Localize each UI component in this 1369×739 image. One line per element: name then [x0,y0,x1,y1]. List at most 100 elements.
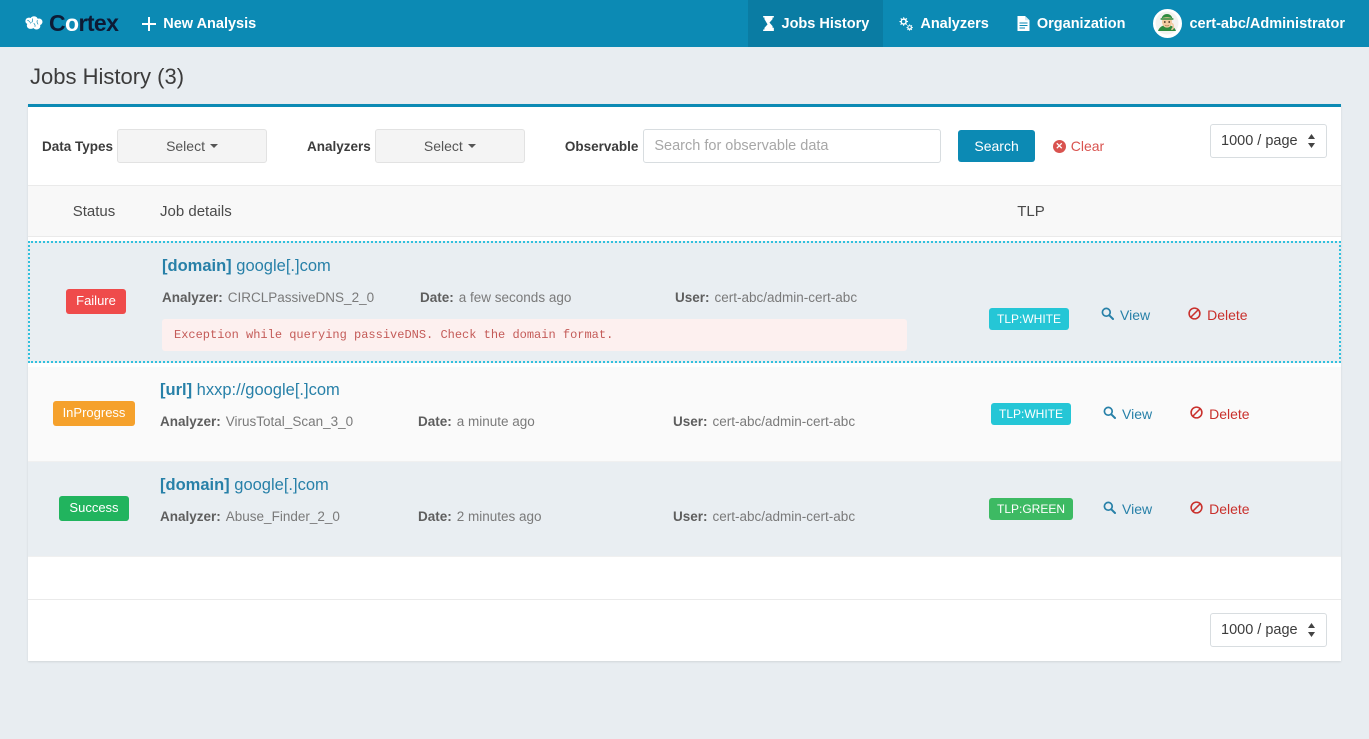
new-analysis-label: New Analysis [163,16,256,32]
table-row[interactable]: Success [domain] google[.]com Analyzer:A… [28,462,1341,557]
nav-analyzers-label: Analyzers [920,16,989,32]
ban-icon [1190,501,1203,517]
meta-user: User: cert-abc/admin-cert-abc [673,414,965,429]
nav-left-group: New Analysis [128,0,270,47]
stepper-icon [1307,133,1316,149]
view-button[interactable]: View [1103,406,1152,422]
row-details-cell: [domain] google[.]com Analyzer: Abuse_Fin… [146,472,965,546]
observable-title[interactable]: [domain] google[.]com [160,476,965,496]
chevron-down-icon [468,144,476,148]
column-header-status: Status [42,203,146,220]
plus-icon [142,17,156,31]
search-button[interactable]: Search [958,130,1034,162]
observable-label: Observable [565,139,639,154]
delete-label: Delete [1209,406,1249,422]
meta-date: Date: a minute ago [418,414,673,429]
row-status-cell: InProgress [42,377,146,451]
meta-analyzer-key: Analyzer: [160,414,221,429]
meta-user: User:cert-abc/admin-cert-abc [673,509,965,524]
view-label: View [1122,501,1152,517]
observable-datatype: [domain] [160,476,230,494]
tlp-badge: TLP:GREEN [989,498,1073,520]
row-meta: Analyzer:VirusTotal_Scan_3_0 Date: a minu… [160,414,965,429]
table-row[interactable]: InProgress [url] hxxp://google[.]com Ana… [28,367,1341,462]
top-navbar: Cortex New Analysis Jobs History [0,0,1369,47]
jobs-card: Data Types Select Analyzers Select Obser… [28,104,1341,661]
meta-analyzer: Analyzer:CIRCLPassiveDNS_2_0 [162,290,420,305]
delete-button[interactable]: Delete [1188,307,1247,323]
observable-value: google[.]com [234,476,328,494]
row-details-cell: [url] hxxp://google[.]com Analyzer:Virus… [146,377,965,451]
delete-label: Delete [1207,307,1247,323]
meta-date-value: a few seconds ago [459,290,572,305]
brand-name: Cortex [49,12,118,35]
meta-analyzer-key: Analyzer: [160,509,221,524]
nav-item-analyzers[interactable]: Analyzers [883,0,1003,47]
new-analysis-button[interactable]: New Analysis [128,0,270,47]
tlp-badge: TLP:WHITE [991,403,1071,425]
meta-user: User:cert-abc/admin-cert-abc [675,290,963,305]
brand-logo[interactable]: Cortex [0,0,128,47]
meta-user-key: User: [675,290,710,305]
row-actions-cell: View Delete [1097,472,1327,546]
meta-analyzer: Analyzer: Abuse_Finder_2_0 [160,509,418,524]
meta-date-key: Date: [418,509,452,524]
analyzers-select[interactable]: Select [375,129,525,163]
tlp-badge: TLP:WHITE [989,308,1069,330]
row-meta: Analyzer: Abuse_Finder_2_0 Date: 2 minutes… [160,509,965,524]
table-header: Status Job details TLP [28,185,1341,237]
meta-user-key: User: [673,414,708,429]
clear-filters-link[interactable]: ✕ Clear [1053,138,1104,154]
data-types-select[interactable]: Select [117,129,267,163]
row-tlp-cell: TLP:WHITE [963,253,1095,351]
meta-analyzer: Analyzer:VirusTotal_Scan_3_0 [160,414,418,429]
ban-icon [1190,406,1203,422]
meta-date-key: Date: [420,290,454,305]
times-circle-icon: ✕ [1053,140,1066,153]
observable-datatype: [domain] [162,257,232,275]
status-badge: Success [59,496,128,521]
nav-organization-label: Organization [1037,16,1126,32]
avatar [1153,9,1182,38]
row-status-cell: Success [42,472,146,546]
view-button[interactable]: View [1101,307,1150,323]
row-actions-cell: View Delete [1097,377,1327,451]
meta-analyzer-value: Abuse_Finder_2_0 [226,509,340,524]
page-container: Jobs History (3) Data Types Select Analy… [0,47,1369,661]
table-row[interactable]: Failure [domain] google[.]com Analyzer:C… [28,241,1341,363]
stepper-icon [1307,622,1316,638]
observable-datatype: [url] [160,381,192,399]
meta-analyzer-key: Analyzer: [162,290,223,305]
page-size-select-top[interactable]: 1000 / page [1210,124,1327,158]
observable-search-input[interactable] [643,129,941,163]
meta-date-value: 2 minutes ago [457,509,542,524]
observable-title[interactable]: [domain] google[.]com [162,257,963,277]
meta-date-key: Date: [418,414,452,429]
nav-item-user-menu[interactable]: cert-abc/Administrator [1139,0,1369,47]
nav-item-organization[interactable]: Organization [1003,0,1140,47]
status-badge: Failure [66,289,126,314]
column-header-tlp: TLP [965,203,1097,220]
view-button[interactable]: View [1103,501,1152,517]
clear-label: Clear [1071,138,1104,154]
status-badge: InProgress [53,401,136,426]
meta-date-value: a minute ago [457,414,535,429]
meta-date: Date: 2 minutes ago [418,509,673,524]
gears-icon [897,16,913,31]
delete-button[interactable]: Delete [1190,501,1249,517]
page-size-select-bottom[interactable]: 1000 / page [1210,613,1327,647]
row-tlp-cell: TLP:GREEN [965,472,1097,546]
observable-title[interactable]: [url] hxxp://google[.]com [160,381,965,401]
observable-value: hxxp://google[.]com [197,381,340,399]
filter-bar: Data Types Select Analyzers Select Obser… [28,107,1341,185]
table-spacer [28,557,1341,599]
document-icon [1017,16,1030,31]
brain-icon [24,15,44,32]
delete-button[interactable]: Delete [1190,406,1249,422]
analyzers-label: Analyzers [307,139,371,154]
page-size-value-bottom: 1000 / page [1221,622,1298,638]
page-size-value-top: 1000 / page [1221,133,1298,149]
meta-user-key: User: [673,509,708,524]
meta-user-value: cert-abc/admin-cert-abc [713,414,856,429]
nav-item-jobs-history[interactable]: Jobs History [748,0,884,47]
